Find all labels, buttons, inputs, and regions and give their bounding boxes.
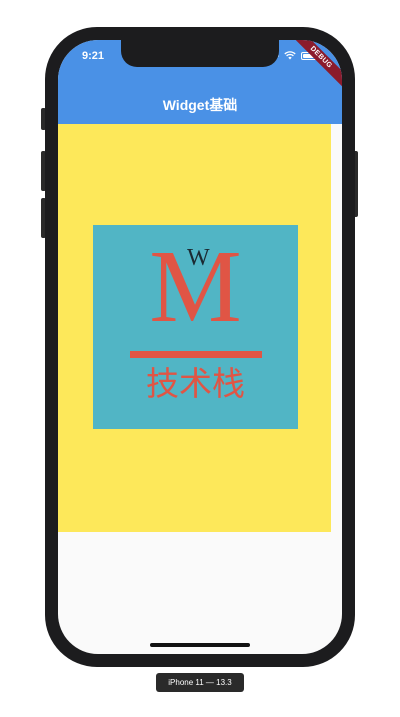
phone-frame: 9:21 Widget基础 DEBUG M W 技术栈 [45,27,355,667]
simulator-device-label: iPhone 11 — 13.3 [156,673,244,692]
logo-image: M W 技术栈 [93,225,298,429]
logo-letter-w: W [187,245,210,271]
wifi-icon [284,51,296,60]
phone-screen: 9:21 Widget基础 DEBUG M W 技术栈 [58,40,342,654]
logo-underline [130,351,262,358]
debug-banner: DEBUG [285,40,342,94]
simulator-stage: 9:21 Widget基础 DEBUG M W 技术栈 iPhone 11 — … [0,0,400,717]
logo-text: 技术栈 [146,364,245,403]
app-bar: 9:21 Widget基础 DEBUG [58,40,342,124]
status-time: 9:21 [82,50,105,62]
app-bar-title: Widget基础 [162,97,238,113]
home-indicator[interactable] [150,643,250,647]
notch [121,40,279,67]
